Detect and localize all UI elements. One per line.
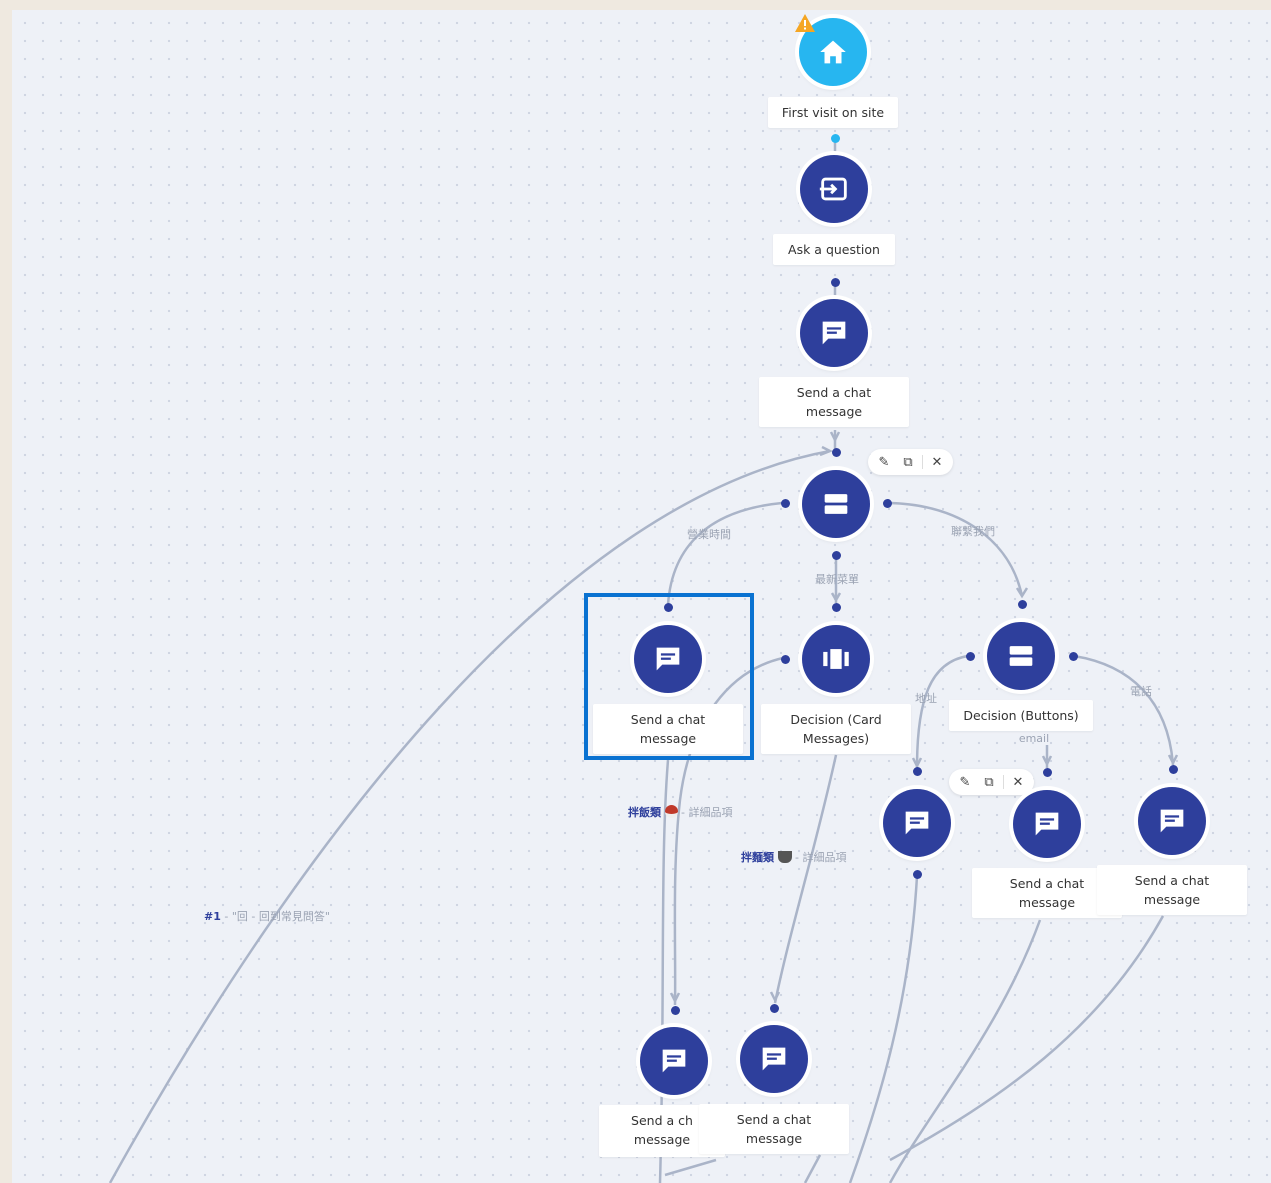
port-dot[interactable] <box>1168 764 1178 774</box>
port-dot[interactable] <box>912 766 922 776</box>
decision-node[interactable] <box>802 470 870 538</box>
decision-card-node[interactable] <box>802 625 870 693</box>
port-dot[interactable] <box>1068 651 1078 661</box>
link-label-noodle-suffix: - 詳細品項 <box>795 851 847 864</box>
send-message-node-email[interactable] <box>1013 790 1081 858</box>
port-dot[interactable] <box>830 277 840 287</box>
send-message-node-selected[interactable] <box>634 625 702 693</box>
start-node-label: First visit on site <box>768 97 898 128</box>
ask-question-label: Ask a question <box>773 234 895 265</box>
node-toolbar: ✎ ⧉ ✕ <box>868 449 953 475</box>
send-message-node-bottom-a[interactable] <box>640 1027 708 1095</box>
link-label-noodle-name: 拌麵類 <box>741 851 774 864</box>
duplicate-icon[interactable]: ⧉ <box>898 452 918 472</box>
chat-icon <box>1035 812 1059 836</box>
edge-label-email: email <box>1018 732 1050 745</box>
edge-label-contact-us: 聯繫我們 <box>951 525 995 538</box>
send-message-node-bottom-b[interactable] <box>740 1025 808 1093</box>
port-dot[interactable] <box>670 1005 680 1015</box>
port-dot[interactable] <box>831 550 841 560</box>
link-label-rice-name: 拌飯類 <box>628 806 661 819</box>
decision-buttons-node[interactable] <box>987 622 1055 690</box>
noodle-bowl-icon <box>777 851 792 863</box>
bowl-icon <box>664 805 678 818</box>
decision-buttons-icon <box>1009 646 1033 666</box>
port-dot[interactable] <box>780 654 790 664</box>
send-message-bottom-b-label: Send a chat message <box>699 1104 849 1154</box>
chat-icon <box>905 811 929 835</box>
port-dot[interactable] <box>769 1003 779 1013</box>
port-dot[interactable] <box>831 447 841 457</box>
duplicate-icon[interactable]: ⧉ <box>979 772 999 792</box>
port-dot[interactable] <box>965 651 975 661</box>
link-label-loop-suffix: - "回 - 回到常見問答" <box>224 910 330 923</box>
edge-label-address: 地址 <box>915 692 937 705</box>
port-dot[interactable] <box>1017 599 1027 609</box>
link-label-loop-name: #1 <box>204 910 221 923</box>
decision-buttons-label: Decision (Buttons) <box>949 700 1093 731</box>
ask-question-node[interactable] <box>800 155 868 223</box>
chat-icon <box>762 1047 786 1071</box>
chat-icon <box>656 647 680 671</box>
warning-icon <box>794 13 816 33</box>
port-dot[interactable] <box>780 498 790 508</box>
port-dot[interactable] <box>831 602 841 612</box>
input-icon <box>819 177 847 201</box>
close-icon[interactable]: ✕ <box>1008 772 1028 792</box>
chat-icon <box>662 1049 686 1073</box>
edge-label-latest-menu: 最新菜單 <box>815 573 859 586</box>
decision-buttons-icon <box>824 494 848 514</box>
port-dot[interactable] <box>882 498 892 508</box>
send-message-node-address[interactable] <box>883 789 951 857</box>
decision-card-label: Decision (Card Messages) <box>761 704 911 754</box>
send-message-label: Send a chat message <box>759 377 909 427</box>
chat-icon <box>1160 809 1184 833</box>
send-message-node[interactable] <box>800 299 868 367</box>
home-icon <box>820 40 846 64</box>
edit-icon[interactable]: ✎ <box>874 452 894 472</box>
link-label-rice: 拌飯類 - 詳細品項 <box>628 804 732 820</box>
chat-icon <box>822 321 846 345</box>
carousel-icon <box>823 649 849 669</box>
close-icon[interactable]: ✕ <box>927 452 947 472</box>
edit-icon[interactable]: ✎ <box>955 772 975 792</box>
port-dot[interactable] <box>1042 767 1052 777</box>
port-dot[interactable] <box>663 602 673 612</box>
link-label-rice-suffix: - 詳細品項 <box>681 806 733 819</box>
port-dot[interactable] <box>830 133 840 143</box>
link-label-noodle: 拌麵類 - 詳細品項 <box>741 849 846 865</box>
flow-canvas[interactable] <box>12 10 1271 1183</box>
port-dot[interactable] <box>912 869 922 879</box>
link-label-loop: #1 - "回 - 回到常見問答" <box>204 908 330 924</box>
edge-label-phone: 電話 <box>1130 685 1152 698</box>
send-message-selected-label: Send a chat message <box>593 704 743 754</box>
send-message-node-phone[interactable] <box>1138 787 1206 855</box>
node-toolbar: ✎ ⧉ ✕ <box>949 769 1034 795</box>
send-message-phone-label: Send a chat message <box>1097 865 1247 915</box>
edge-label-business-hours: 營業時間 <box>687 528 731 541</box>
